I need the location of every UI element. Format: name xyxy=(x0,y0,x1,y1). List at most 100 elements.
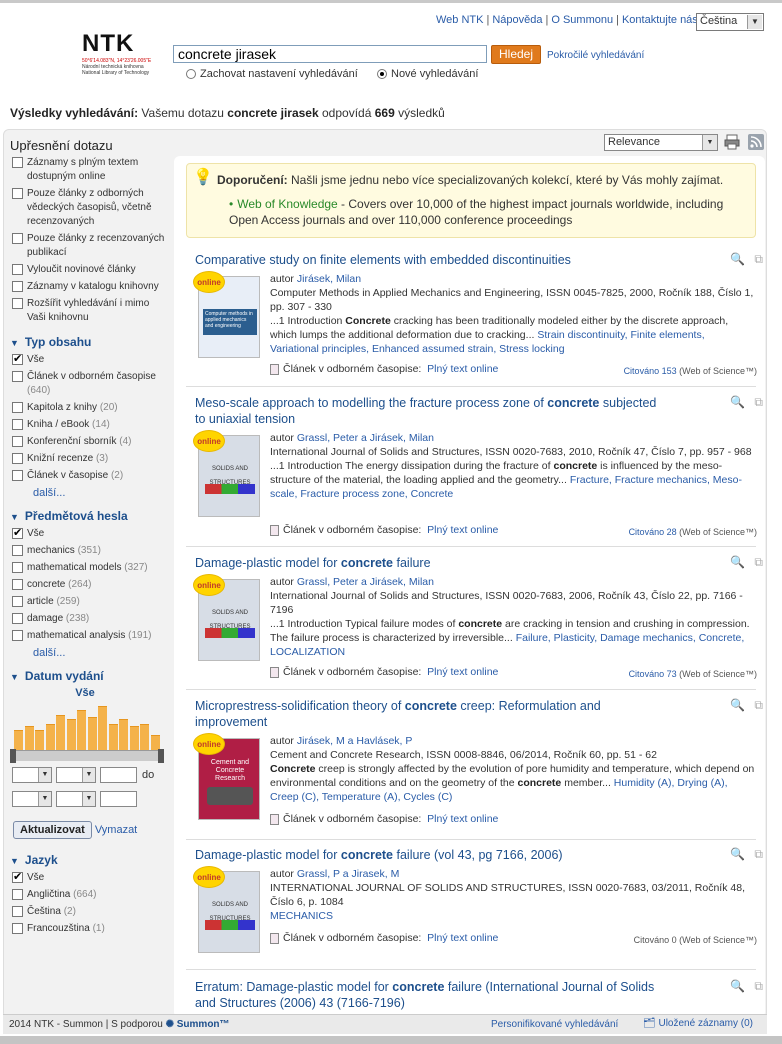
content-type-option[interactable]: Článek v časopise (2) xyxy=(10,469,170,483)
histogram-bar[interactable] xyxy=(45,724,55,750)
result-title[interactable]: Damage-plastic model for concrete failur… xyxy=(195,847,665,863)
fulltext-link[interactable]: Plný text online xyxy=(427,524,498,536)
result-subjects[interactable]: Fracture, Fracture mechanics, Meso-scale… xyxy=(270,474,742,500)
link-contact[interactable]: Kontaktujte nás xyxy=(622,14,698,26)
subject-checkbox[interactable] xyxy=(12,613,23,624)
subject-option[interactable]: mathematical analysis (191) xyxy=(10,629,170,643)
histogram-bar[interactable] xyxy=(108,724,118,750)
language-option[interactable]: Francouzština (1) xyxy=(10,922,170,936)
result-title[interactable]: Comparative study on finite elements wit… xyxy=(195,252,665,268)
subject-option[interactable]: damage (238) xyxy=(10,612,170,626)
date-to-month-select[interactable]: ▼ xyxy=(56,791,96,807)
content-type-option[interactable]: Konferenční sborník (4) xyxy=(10,435,170,449)
subject-option[interactable]: concrete (264) xyxy=(10,578,170,592)
refine-checkbox[interactable] xyxy=(12,298,23,309)
fulltext-link[interactable]: Plný text online xyxy=(427,363,498,375)
histogram-bar[interactable] xyxy=(129,726,139,750)
date-from-year-input[interactable] xyxy=(100,767,137,783)
content-type-checkbox[interactable] xyxy=(12,371,23,382)
histogram-bar[interactable] xyxy=(66,719,76,750)
result-thumbnail[interactable]: online SOLIDS AND STRUCTURES xyxy=(193,866,260,953)
date-slider[interactable] xyxy=(10,749,164,763)
slider-handle-left[interactable] xyxy=(10,749,16,763)
subject-option[interactable]: mathematical models (327) xyxy=(10,561,170,575)
preview-icon[interactable]: 🔍 xyxy=(730,395,745,409)
language-checkbox[interactable] xyxy=(12,870,23,884)
refine-option[interactable]: Vyloučit novinové články xyxy=(10,263,170,277)
histogram-bar[interactable] xyxy=(87,717,97,750)
refine-checkbox[interactable] xyxy=(12,233,23,244)
result-title[interactable]: Meso-scale approach to modelling the fra… xyxy=(195,395,665,427)
histogram-bar[interactable] xyxy=(98,706,107,750)
result-thumbnail[interactable]: online SOLIDS AND STRUCTURES xyxy=(193,574,260,661)
content-type-checkbox[interactable] xyxy=(12,402,23,413)
link-web-ntk[interactable]: Web NTK xyxy=(436,14,483,26)
subject-checkbox[interactable] xyxy=(12,562,23,573)
histogram-bar[interactable] xyxy=(14,730,23,750)
result-title[interactable]: Damage-plastic model for concrete failur… xyxy=(195,555,665,571)
result-subjects[interactable]: Failure, Plasticity, Damage mechanics, C… xyxy=(270,632,744,658)
new-search-radio[interactable] xyxy=(377,69,387,80)
result-thumbnail[interactable]: online SOLIDS AND STRUCTURES xyxy=(193,430,260,517)
date-from-month-select[interactable]: ▼ xyxy=(56,767,96,783)
result-title[interactable]: Erratum: Damage-plastic model for concre… xyxy=(195,979,665,1011)
advanced-search-link[interactable]: Pokročilé vyhledávání xyxy=(547,50,644,61)
histogram-bar[interactable] xyxy=(35,730,44,750)
subject-checkbox[interactable] xyxy=(12,579,23,590)
histogram-bar[interactable] xyxy=(77,710,86,750)
new-search-option[interactable]: Nové vyhledávání xyxy=(377,68,478,80)
web-of-knowledge-link[interactable]: Web of Knowledge xyxy=(237,197,338,211)
content-type-option[interactable]: Článek v odborném časopise (640) xyxy=(10,370,170,398)
keep-settings-option[interactable]: Zachovat nastavení vyhledávání xyxy=(186,68,358,80)
sort-select[interactable]: Relevance ▼ xyxy=(604,134,718,151)
histogram-bar[interactable] xyxy=(150,735,160,750)
content-type-option[interactable]: Kniha / eBook (14) xyxy=(10,418,170,432)
subject-option[interactable]: article (259) xyxy=(10,595,170,609)
content-type-option[interactable]: Knižní recenze (3) xyxy=(10,452,170,466)
language-option[interactable]: Čeština (2) xyxy=(10,905,170,919)
author-link[interactable]: Jirásek, M a Havlásek, P xyxy=(297,735,413,747)
print-icon[interactable] xyxy=(724,134,740,150)
preview-icon[interactable]: 🔍 xyxy=(730,847,745,861)
content-type-more-link[interactable]: další... xyxy=(10,487,170,499)
content-type-checkbox[interactable] xyxy=(12,419,23,430)
language-option[interactable]: Vše xyxy=(10,870,170,885)
subjects-header[interactable]: ▼ Předmětová hesla xyxy=(10,509,170,523)
date-to-day-select[interactable]: ▼ xyxy=(12,791,52,807)
language-select[interactable]: Čeština ▼ xyxy=(696,13,764,31)
fulltext-link[interactable]: Plný text online xyxy=(427,813,498,825)
content-type-option[interactable]: Kapitola z knihy (20) xyxy=(10,401,170,415)
refine-option[interactable]: Záznamy s plným textem dostupným online xyxy=(10,156,170,184)
personalized-search-link[interactable]: Personifikované vyhledávání xyxy=(491,1019,618,1030)
result-subjects[interactable]: MECHANICS xyxy=(270,910,333,922)
content-type-checkbox[interactable] xyxy=(12,453,23,464)
cited-link[interactable]: Citováno 153 xyxy=(624,366,677,376)
histogram-bar[interactable] xyxy=(119,719,128,750)
subjects-more-link[interactable]: další... xyxy=(10,647,170,659)
result-subjects[interactable]: Strain discontinuity, Finite elements, V… xyxy=(270,329,705,355)
result-thumbnail[interactable]: online Cement and Concrete Research xyxy=(193,733,260,820)
fulltext-link[interactable]: Plný text online xyxy=(427,666,498,678)
subject-checkbox[interactable] xyxy=(12,526,23,540)
preview-icon[interactable]: 🔍 xyxy=(730,252,745,266)
save-icon[interactable]: ⧉ xyxy=(754,698,763,712)
date-from-day-select[interactable]: ▼ xyxy=(12,767,52,783)
content-type-option[interactable]: Vše xyxy=(10,352,170,367)
preview-icon[interactable]: 🔍 xyxy=(730,555,745,569)
author-link[interactable]: Grassl, Peter a Jirásek, Milan xyxy=(297,432,434,444)
refine-option[interactable]: Pouze články z recenzovaných publikací xyxy=(10,232,170,260)
language-checkbox[interactable] xyxy=(12,889,23,900)
ntk-logo[interactable]: NTK 50°6'14.083"N, 14°23'26.005"E Národn… xyxy=(82,30,172,76)
date-to-year-input[interactable] xyxy=(100,791,137,807)
fulltext-link[interactable]: Plný text online xyxy=(427,932,498,944)
slider-handle-right[interactable] xyxy=(158,749,164,763)
save-icon[interactable]: ⧉ xyxy=(754,979,763,993)
author-link[interactable]: Jirásek, Milan xyxy=(297,273,361,285)
keep-settings-radio[interactable] xyxy=(186,69,196,80)
result-title[interactable]: Microprestress-solidification theory of … xyxy=(195,698,665,730)
cited-link[interactable]: Citováno 28 xyxy=(629,527,677,537)
subject-option[interactable]: mechanics (351) xyxy=(10,544,170,558)
update-button[interactable]: Aktualizovat xyxy=(13,821,92,839)
save-icon[interactable]: ⧉ xyxy=(754,555,763,569)
save-icon[interactable]: ⧉ xyxy=(754,847,763,861)
